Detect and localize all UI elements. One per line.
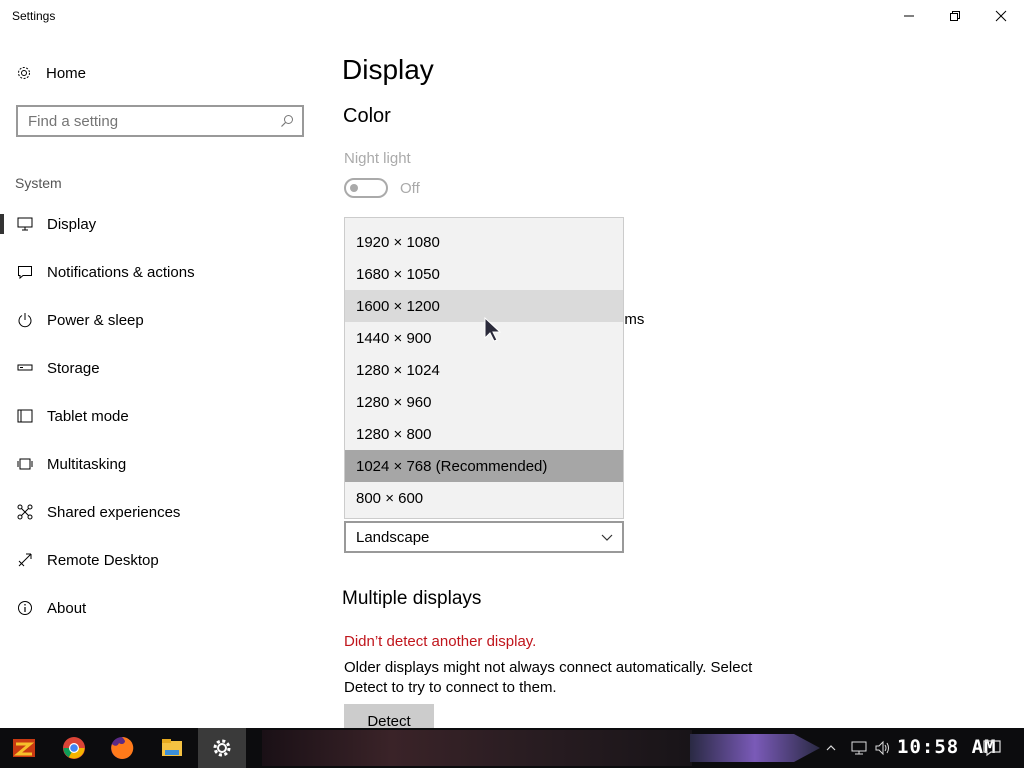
taskbar-chrome[interactable] xyxy=(50,728,98,768)
taskbar: 10:58 AM xyxy=(0,728,1024,768)
tablet-icon xyxy=(16,407,34,425)
file-explorer-icon xyxy=(162,739,182,756)
search-box[interactable] xyxy=(16,105,304,137)
sidebar-item-notifications[interactable]: Notifications & actions xyxy=(0,252,320,292)
minimize-button[interactable] xyxy=(886,0,932,32)
search-icon[interactable] xyxy=(280,114,294,128)
title-bar: Settings xyxy=(0,0,1024,32)
window-title: Settings xyxy=(12,9,56,23)
sidebar-item-display[interactable]: Display xyxy=(0,204,320,244)
sidebar-item-storage[interactable]: Storage xyxy=(0,348,320,388)
sidebar-item-tablet-mode[interactable]: Tablet mode xyxy=(0,396,320,436)
notification-icon xyxy=(16,263,34,281)
resolution-option[interactable]: 1280 × 1024 xyxy=(345,354,623,386)
sidebar-item-shared-experiences[interactable]: Shared experiences xyxy=(0,492,320,532)
sidebar-item-remote-desktop[interactable]: Remote Desktop xyxy=(0,540,320,580)
firefox-icon xyxy=(111,736,134,759)
resolution-option[interactable]: 1920 × 1080 xyxy=(345,226,623,258)
toggle-knob xyxy=(350,184,358,192)
info-icon xyxy=(16,599,34,617)
settings-icon xyxy=(213,739,231,757)
minimize-icon xyxy=(904,15,914,17)
restore-button[interactable] xyxy=(932,0,978,32)
power-icon xyxy=(16,311,34,329)
sidebar: Home System Display Notifications & acti… xyxy=(0,32,320,728)
sidebar-item-label: About xyxy=(47,599,87,617)
orientation-value: Landscape xyxy=(356,528,430,546)
mouse-cursor-icon xyxy=(484,316,502,342)
resolution-option-selected[interactable]: 1024 × 768 (Recommended) xyxy=(345,450,623,482)
night-light-state: Off xyxy=(400,180,420,197)
close-button[interactable] xyxy=(978,0,1024,32)
sidebar-item-about[interactable]: About xyxy=(0,588,320,628)
sidebar-item-label: Multitasking xyxy=(47,455,127,473)
resolution-option[interactable]: 1280 × 800 xyxy=(345,418,623,450)
sidebar-item-label: Power & sleep xyxy=(47,311,144,329)
chrome-icon xyxy=(63,737,85,759)
network-icon[interactable] xyxy=(850,740,868,756)
remote-desktop-icon xyxy=(16,551,34,569)
sidebar-item-power[interactable]: Power & sleep xyxy=(0,300,320,340)
resolution-dropdown-list[interactable]: 1920 × 1080 1680 × 1050 1600 × 1200 1440… xyxy=(344,217,624,519)
night-light-label: Night light xyxy=(344,150,411,167)
monitor-icon xyxy=(16,215,34,233)
chevron-up-icon[interactable] xyxy=(824,741,838,755)
restore-icon xyxy=(950,11,960,21)
sidebar-item-label: Notifications & actions xyxy=(47,263,195,281)
taskbar-decoration xyxy=(690,734,820,762)
gear-icon xyxy=(18,67,30,79)
section-label-system: System xyxy=(15,175,62,191)
section-title-multiple-displays: Multiple displays xyxy=(342,588,482,609)
action-center-button[interactable] xyxy=(982,738,1002,763)
system-tray xyxy=(820,728,892,768)
storage-icon xyxy=(16,359,34,377)
main-content: Display Color Night light Off ems 1920 ×… xyxy=(320,32,1024,732)
orientation-select[interactable]: Landscape xyxy=(344,521,624,553)
taskbar-file-explorer[interactable] xyxy=(148,728,196,768)
taskbar-firefox[interactable] xyxy=(98,728,146,768)
resolution-option[interactable]: 800 × 600 xyxy=(345,482,623,514)
resolution-option[interactable]: 1680 × 1050 xyxy=(345,258,623,290)
page-title: Display xyxy=(342,54,434,85)
taskbar-settings[interactable] xyxy=(198,728,246,768)
sidebar-item-multitasking[interactable]: Multitasking xyxy=(0,444,320,484)
volume-icon[interactable] xyxy=(874,740,892,756)
home-link[interactable]: Home xyxy=(16,62,86,84)
detect-description: Older displays might not always connect … xyxy=(344,659,753,696)
home-label: Home xyxy=(46,64,87,82)
section-title-color: Color xyxy=(343,105,391,127)
resolution-option[interactable]: 1280 × 960 xyxy=(345,386,623,418)
detect-error-message: Didn’t detect another display. xyxy=(344,633,537,650)
taskbar-background-art xyxy=(262,730,692,766)
start-button[interactable] xyxy=(0,728,48,768)
sidebar-item-label: Tablet mode xyxy=(47,407,129,425)
sidebar-item-label: Display xyxy=(47,215,97,233)
search-input[interactable] xyxy=(28,112,268,130)
chevron-down-icon xyxy=(601,534,613,541)
start-icon xyxy=(13,739,35,757)
sidebar-item-label: Remote Desktop xyxy=(47,551,159,569)
action-center-icon xyxy=(983,740,1001,757)
sidebar-item-label: Shared experiences xyxy=(47,503,181,521)
close-icon xyxy=(995,10,1007,22)
sidebar-item-label: Storage xyxy=(47,359,100,377)
multitasking-icon xyxy=(16,455,34,473)
night-light-toggle[interactable] xyxy=(344,178,388,198)
shared-experiences-icon xyxy=(16,503,34,521)
